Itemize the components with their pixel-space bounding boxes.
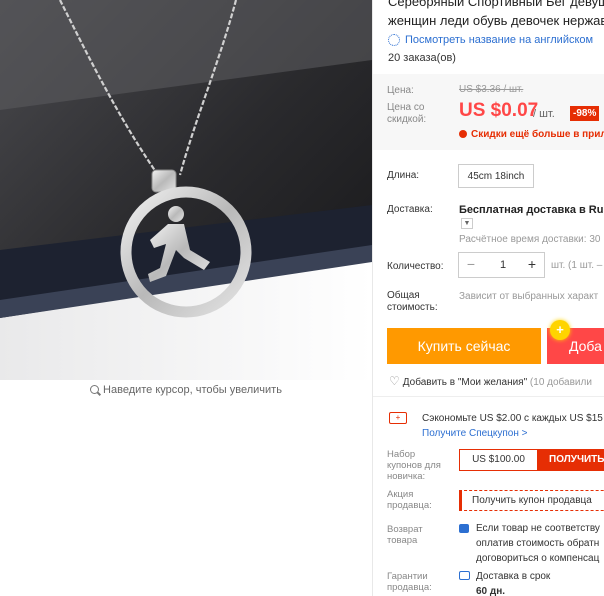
- discount-price: US $0.07: [459, 100, 539, 121]
- wishlist-count: (10 добавили: [529, 377, 592, 388]
- length-option-45cm[interactable]: 45cm 18inch: [458, 164, 534, 188]
- product-title-line: женщин леди обувь девочек нержав: [388, 13, 604, 28]
- price-label: Цена:: [387, 85, 414, 96]
- total-label: Общая стоимость:: [387, 290, 438, 313]
- shipping-estimate: Расчётное время доставки: 30: [459, 234, 601, 245]
- translate-link-text: Посмотреть название на английском: [405, 34, 594, 46]
- translate-icon: [388, 34, 400, 46]
- shipping-dropdown-chevron-icon[interactable]: ▼: [461, 218, 473, 229]
- buy-now-button[interactable]: Купить сейчас: [387, 328, 541, 364]
- quantity-minus-button[interactable]: −: [459, 253, 483, 277]
- product-info-panel: Серебряный Спортивный Бег девуш женщин л…: [373, 0, 604, 596]
- price-per-unit: / шт.: [533, 108, 555, 120]
- guarantee-label: Гарантии продавца:: [387, 571, 432, 593]
- spec-coupon-link[interactable]: Получите Спецкупон >: [422, 428, 528, 439]
- guarantee-line: 60 дн.: [476, 586, 506, 596]
- add-to-wishlist-link[interactable]: ♡ Добавить в "Мои желания" (10 добавили: [389, 374, 592, 388]
- orders-count: 20 заказа(ов): [388, 52, 456, 64]
- save-coupon-text: Сэкономьте US $2.00 с каждых US $15: [422, 413, 603, 424]
- product-title-line: Серебряный Спортивный Бег девуш: [388, 0, 604, 9]
- quantity-plus-button[interactable]: +: [520, 253, 544, 277]
- return-policy-line: Если товар не соответству: [476, 523, 600, 534]
- quantity-note: шт. (1 шт. –: [551, 260, 603, 271]
- wishlist-text: Добавить в "Мои желания": [402, 377, 528, 388]
- newbie-coupon-get-button[interactable]: ПОЛУЧИТЬ: [537, 450, 604, 470]
- newbie-coupon: US $100.00 ПОЛУЧИТЬ: [459, 449, 604, 471]
- quantity-label: Количество:: [387, 261, 444, 272]
- shipping-label: Доставка:: [387, 204, 433, 215]
- quantity-input[interactable]: 1: [483, 253, 523, 277]
- zoom-hint-text: Наведите курсор, чтобы увеличить: [103, 384, 282, 396]
- app-promo-link[interactable]: Скидки ещё больше в прил: [459, 129, 604, 140]
- heart-icon: ♡: [389, 374, 400, 388]
- shipping-value: Бесплатная доставка в Russi: [459, 204, 604, 216]
- return-icon: [459, 524, 469, 533]
- necklace-photo: [0, 0, 372, 380]
- length-label: Длина:: [387, 170, 420, 181]
- phone-icon: [459, 130, 467, 138]
- discount-badge: -98%: [570, 106, 600, 121]
- total-value: Зависит от выбранных характ: [459, 291, 599, 302]
- return-policy-line: договориться о компенсац: [476, 553, 600, 564]
- return-policy-text: Если товар не соответству оплатив стоимо…: [476, 521, 600, 566]
- guarantee-text: Доставка в срок 60 дн.: [476, 569, 550, 596]
- seller-coupon-button[interactable]: Получить купон продавца: [459, 490, 604, 511]
- old-price: US $3.36 / шт.: [459, 84, 524, 95]
- magnifier-icon: [90, 385, 100, 394]
- coupon-icon: +: [389, 412, 407, 424]
- newbie-coupon-amount: US $100.00: [472, 454, 525, 465]
- product-title: Серебряный Спортивный Бег девуш женщин л…: [388, 0, 604, 30]
- divider: [373, 396, 604, 397]
- return-policy-line: оплатив стоимость обратн: [476, 538, 600, 549]
- product-image[interactable]: [0, 0, 372, 380]
- translate-title-link[interactable]: Посмотреть название на английском: [388, 34, 593, 46]
- add-to-cart-plus-icon[interactable]: +: [550, 320, 570, 340]
- seller-promo-label: Акция продавца:: [387, 489, 432, 511]
- quantity-stepper: − 1 +: [458, 252, 545, 278]
- truck-icon: [459, 571, 470, 580]
- zoom-hint: Наведите курсор, чтобы увеличить: [0, 384, 372, 396]
- discount-price-label: Цена со скидкой:: [387, 102, 427, 125]
- newbie-coupon-label: Набор купонов для новичка:: [387, 449, 441, 482]
- return-label: Возврат товара: [387, 524, 423, 546]
- app-promo-text: Скидки ещё больше в прил: [471, 129, 604, 140]
- guarantee-line: Доставка в срок: [476, 571, 551, 582]
